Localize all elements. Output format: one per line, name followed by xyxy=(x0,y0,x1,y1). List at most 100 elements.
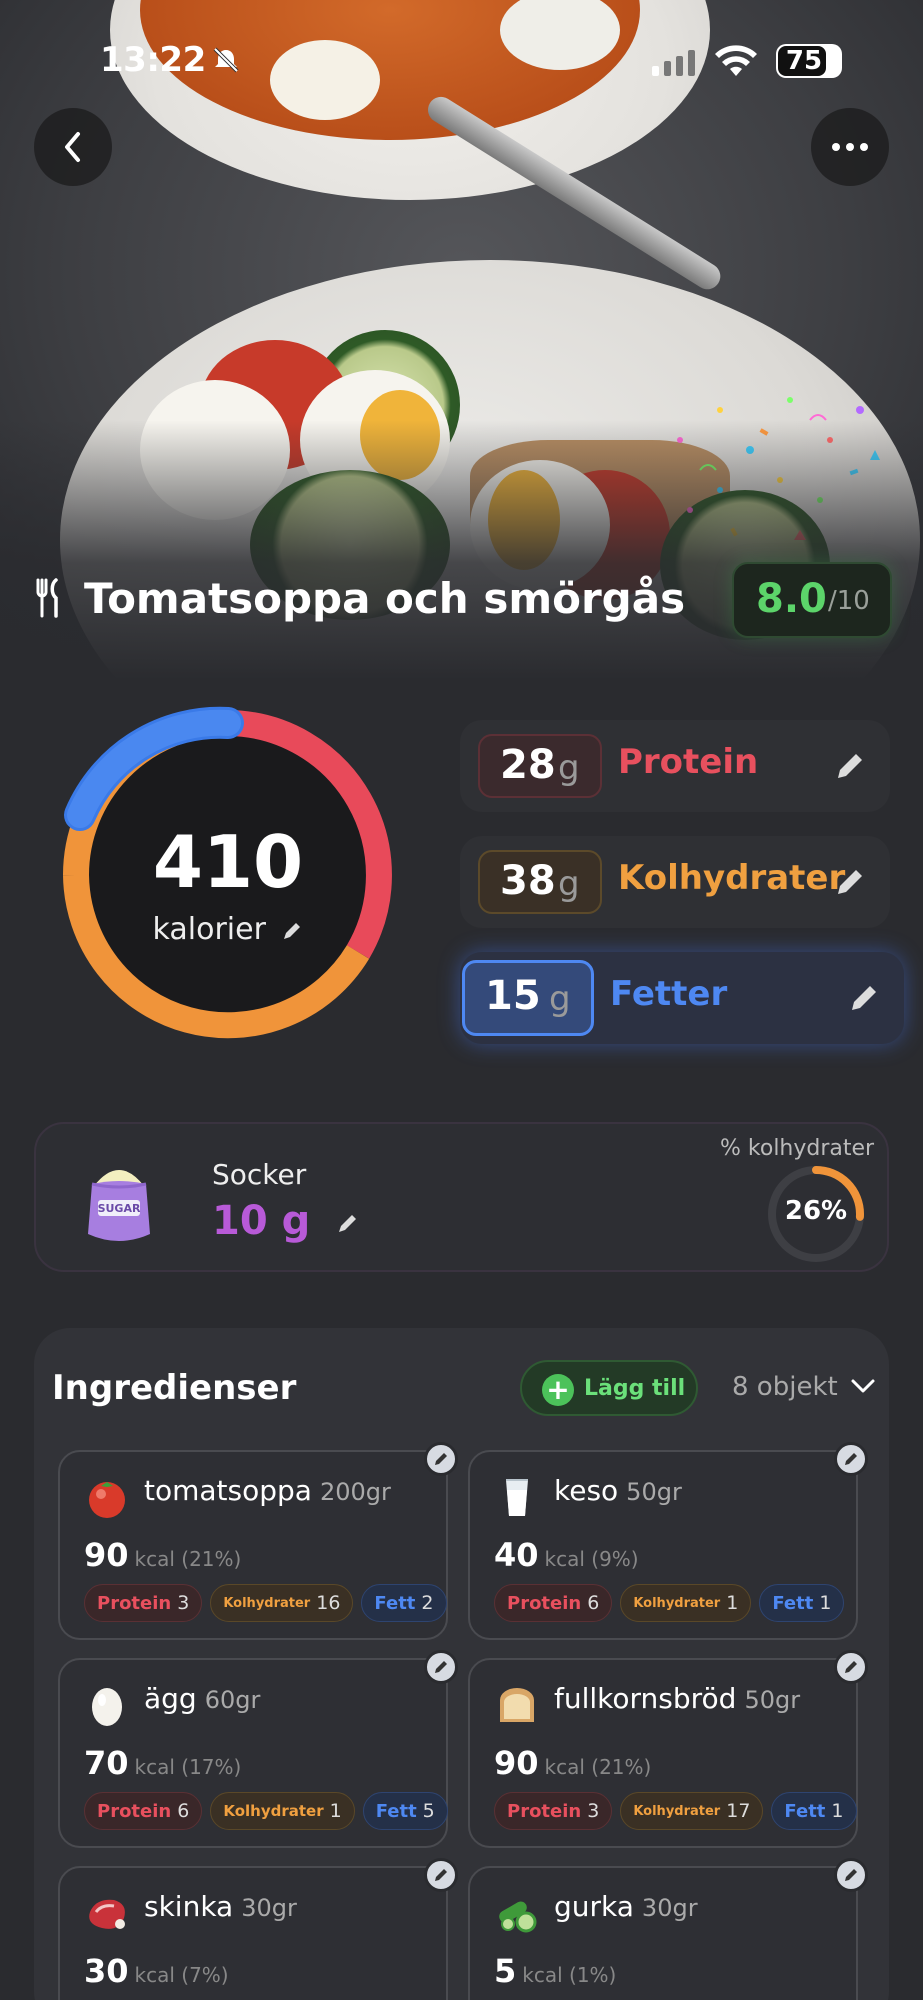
back-button[interactable] xyxy=(34,108,112,186)
score-value: 8.0 xyxy=(756,576,827,622)
add-ingredient-button[interactable]: + Lägg till xyxy=(520,1360,698,1416)
carb-chip-value: 16 xyxy=(316,1592,341,1614)
carb-chip: Kolhydrater 16 xyxy=(210,1584,354,1622)
fat-value-box[interactable]: 15 g xyxy=(462,960,594,1036)
sugar-value: 10 g xyxy=(212,1198,311,1244)
protein-chip: Protein 3 xyxy=(84,1584,203,1622)
ingredient-kcal-row: 90 kcal (21%) xyxy=(494,1744,651,1782)
ingredient-card[interactable]: skinka 30gr 30 kcal (7%) xyxy=(58,1858,458,2000)
calorie-value: 410 xyxy=(152,820,304,904)
plus-icon: + xyxy=(542,1374,574,1406)
ingredient-name-row: ägg 60gr xyxy=(144,1682,260,1715)
edit-carbs-icon[interactable] xyxy=(834,866,866,898)
protein-label: Protein xyxy=(618,742,759,782)
protein-value: 28 xyxy=(500,742,556,788)
ingredient-grams: 30gr xyxy=(641,1894,698,1922)
ingredient-card[interactable]: gurka 30gr 5 kcal (1%) xyxy=(468,1858,868,2000)
macro-fat-card[interactable]: 15 g Fetter xyxy=(460,952,904,1044)
score-max: /10 xyxy=(828,586,870,616)
ingredient-kcal-sub: kcal (7%) xyxy=(134,1963,229,1987)
carbs-unit: g xyxy=(558,864,580,904)
carb-chip-label: Kolhydrater xyxy=(633,1595,721,1611)
ingredient-kcal-sub: kcal (1%) xyxy=(522,1963,617,1987)
ingredient-name: ägg xyxy=(144,1682,197,1715)
edit-ingredient-button[interactable] xyxy=(424,1650,458,1684)
pencil-icon xyxy=(435,1869,447,1881)
pencil-icon xyxy=(284,922,301,939)
bread-icon xyxy=(500,1688,534,1722)
protein-chip: Protein 6 xyxy=(494,1584,613,1622)
carb-chip-label: Kolhydrater xyxy=(633,1803,721,1819)
sugar-card[interactable]: SUGAR Socker 10 g % kolhydrater 26% xyxy=(34,1122,889,1272)
milk-icon xyxy=(506,1479,528,1516)
fork-knife-icon xyxy=(36,578,58,618)
fat-chip-label: Fett xyxy=(784,1800,826,1822)
health-score-badge[interactable]: 8.0 /10 xyxy=(732,562,892,638)
ingredient-card[interactable]: fullkornsbröd 50gr 90 kcal (21%) Protein 3 … xyxy=(468,1650,868,1848)
fat-chip: Fett 5 xyxy=(362,1792,448,1830)
ingredient-kcal-row: 5 kcal (1%) xyxy=(494,1952,616,1990)
ingredients-panel: Ingredienser + Lägg till 8 objekt tomats… xyxy=(34,1328,889,2000)
pencil-icon xyxy=(435,1661,447,1673)
ingredient-card[interactable]: tomatsoppa 200gr 90 kcal (21%) Protein 3 Ko… xyxy=(58,1442,458,1640)
carb-percent-label: % kolhydrater xyxy=(720,1136,875,1161)
carbs-label: Kolhydrater xyxy=(618,858,846,898)
edit-fat-icon[interactable] xyxy=(848,982,880,1014)
protein-chip-value: 6 xyxy=(587,1592,600,1614)
ingredient-name-row: fullkornsbröd 50gr xyxy=(554,1682,800,1715)
ingredient-grams: 50gr xyxy=(626,1478,682,1506)
ingredient-macros: Protein 6 Kolhydrater 1 Fett 5 xyxy=(84,1792,448,1830)
calorie-label[interactable]: kalorier xyxy=(58,912,398,947)
meal-detail-screen: 13:22 75 Tomatsoppa och smörgås 8.0 /10 … xyxy=(0,0,923,2000)
egg-icon xyxy=(92,1688,122,1726)
ingredient-card[interactable]: keso 50gr 40 kcal (9%) Protein 6 Kolhydrate… xyxy=(468,1442,868,1640)
ingredient-kcal-row: 30 kcal (7%) xyxy=(84,1952,229,1990)
carbs-value-box[interactable]: 38 g xyxy=(478,850,602,914)
ingredient-name-row: keso 50gr xyxy=(554,1474,682,1507)
fat-value: 15 xyxy=(485,973,541,1019)
add-ingredient-label: Lägg till xyxy=(584,1376,686,1401)
edit-ingredient-button[interactable] xyxy=(424,1442,458,1476)
ingredient-name: fullkornsbröd xyxy=(554,1682,737,1715)
ingredient-kcal: 70 xyxy=(84,1744,129,1782)
fat-chip-label: Fett xyxy=(375,1800,417,1822)
edit-protein-icon[interactable] xyxy=(834,750,866,782)
protein-unit: g xyxy=(558,748,580,788)
edit-ingredient-button[interactable] xyxy=(834,1858,868,1892)
carb-chip: Kolhydrater 17 xyxy=(620,1792,764,1830)
sugar-bag-text: SUGAR xyxy=(98,1202,141,1215)
ingredient-card[interactable]: ägg 60gr 70 kcal (17%) Protein 6 Kolhydrate… xyxy=(58,1650,458,1848)
ingredient-kcal: 90 xyxy=(494,1744,539,1782)
meal-title[interactable]: Tomatsoppa och smörgås xyxy=(84,574,685,623)
ingredient-name: tomatsoppa xyxy=(144,1474,312,1507)
calorie-ring[interactable]: 410 kalorier xyxy=(58,700,398,1050)
macro-protein-card[interactable]: 28 g Protein xyxy=(460,720,890,812)
fat-chip: Fett 1 xyxy=(759,1584,845,1622)
ingredient-kcal-row: 70 kcal (17%) xyxy=(84,1744,241,1782)
chevron-down-icon[interactable] xyxy=(850,1378,876,1394)
ingredient-kcal: 40 xyxy=(494,1536,539,1574)
pencil-icon xyxy=(845,1453,857,1465)
ingredient-grams: 50gr xyxy=(744,1686,801,1714)
ingredient-macros: Protein 3 Kolhydrater 17 Fett 1 xyxy=(494,1792,857,1830)
macro-carbs-card[interactable]: 38 g Kolhydrater xyxy=(460,836,890,928)
ham-icon xyxy=(89,1899,125,1929)
fat-chip-label: Fett xyxy=(772,1592,814,1614)
edit-ingredient-button[interactable] xyxy=(834,1650,868,1684)
fat-chip-value: 1 xyxy=(819,1592,832,1614)
carb-chip-value: 1 xyxy=(329,1800,342,1822)
more-options-button[interactable] xyxy=(811,108,889,186)
edit-ingredient-button[interactable] xyxy=(834,1442,868,1476)
ingredient-macros: Protein 6 Kolhydrater 1 Fett 1 xyxy=(494,1584,845,1622)
ingredient-grams: 30gr xyxy=(241,1894,297,1922)
wifi-icon xyxy=(715,45,757,76)
battery-indicator: 75 xyxy=(776,44,842,78)
fat-chip: Fett 1 xyxy=(771,1792,857,1830)
fat-chip-label: Fett xyxy=(374,1592,416,1614)
protein-value-box[interactable]: 28 g xyxy=(478,734,602,798)
calorie-label-text: kalorier xyxy=(152,912,266,947)
tomato-icon xyxy=(89,1482,125,1518)
carb-chip-value: 1 xyxy=(726,1592,739,1614)
edit-ingredient-button[interactable] xyxy=(424,1858,458,1892)
sugar-value-row[interactable]: 10 g xyxy=(212,1198,360,1244)
